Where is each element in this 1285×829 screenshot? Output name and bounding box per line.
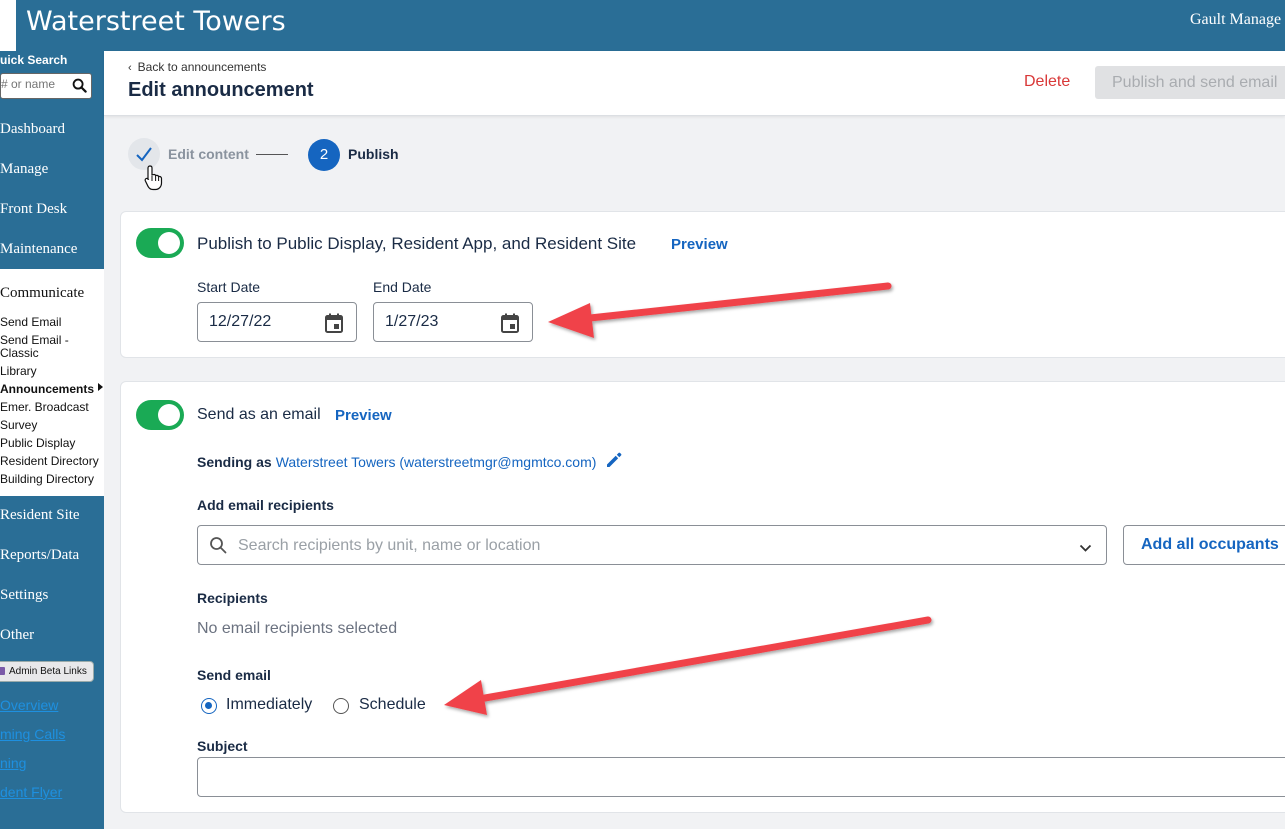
sending-as: Sending as Waterstreet Towers (waterstree…: [197, 454, 596, 470]
radio-schedule[interactable]: [333, 698, 349, 714]
top-header: Waterstreet Towers Gault Manage: [0, 0, 1285, 51]
step-publish-circle: 2: [308, 139, 340, 171]
end-date-field[interactable]: [373, 302, 533, 342]
sidebar-subitem-emer-broadcast[interactable]: Emer. Broadcast: [0, 401, 89, 414]
end-date-label: End Date: [373, 279, 432, 295]
subject-label: Subject: [197, 738, 248, 754]
active-item-arrow-icon: [98, 383, 103, 391]
add-all-occupants-button[interactable]: Add all occupants: [1123, 525, 1285, 565]
beta-link-overview[interactable]: Overview: [0, 697, 58, 713]
publish-card: Publish to Public Display, Resident App,…: [120, 211, 1285, 358]
publish-toggle[interactable]: [136, 228, 184, 258]
quick-search-input[interactable]: [1, 77, 71, 91]
calendar-icon[interactable]: [325, 313, 343, 338]
beta-link-ning[interactable]: ning: [0, 755, 26, 771]
app-title: Waterstreet Towers: [26, 6, 286, 37]
recipients-label: Recipients: [197, 590, 268, 606]
recipient-search-input[interactable]: [238, 537, 1038, 555]
recipients-empty-text: No email recipients selected: [197, 620, 398, 637]
calendar-icon[interactable]: [501, 313, 519, 338]
admin-beta-links-label: Admin Beta Links: [9, 666, 87, 677]
subject-input[interactable]: [197, 757, 1285, 797]
publish-preview-link[interactable]: Preview: [671, 236, 728, 253]
radio-schedule-label[interactable]: Schedule: [359, 696, 426, 714]
step-publish-label: Publish: [348, 146, 399, 162]
user-name[interactable]: Gault Manage: [1190, 11, 1281, 29]
check-icon: [136, 147, 152, 162]
sidebar-item-other[interactable]: Other: [0, 627, 34, 644]
sending-as-value[interactable]: Waterstreet Towers (waterstreetmgr@mgmtc…: [276, 454, 597, 470]
end-date-input[interactable]: [385, 313, 485, 331]
sidebar-item-front-desk[interactable]: Front Desk: [0, 201, 67, 218]
sidebar-subitem-send-email[interactable]: Send Email: [0, 316, 61, 329]
chevron-left-icon: ‹: [128, 62, 132, 74]
sidebar-subitem-building-directory[interactable]: Building Directory: [0, 473, 94, 486]
logo: [0, 0, 16, 51]
beta-link-resident-flyer[interactable]: dent Flyer: [0, 784, 62, 800]
step-edit-content-label[interactable]: Edit content: [168, 146, 249, 162]
start-date-input[interactable]: [209, 313, 309, 331]
email-card: Send as an email Preview Sending as Water…: [120, 381, 1285, 813]
sidebar-item-resident-site[interactable]: Resident Site: [0, 507, 80, 524]
sidebar-item-maintenance[interactable]: Maintenance: [0, 241, 77, 258]
delete-button[interactable]: Delete: [1024, 73, 1070, 91]
pointer-cursor-icon: [144, 165, 164, 196]
sidebar-item-dashboard[interactable]: Dashboard: [0, 121, 65, 138]
stepper-connector: [256, 154, 288, 155]
start-date-label: Start Date: [197, 279, 261, 295]
quick-search-box[interactable]: [0, 73, 92, 99]
back-link-label: Back to announcements: [137, 60, 267, 74]
sidebar-item-manage[interactable]: Manage: [0, 161, 48, 178]
beta-icon: [0, 667, 5, 675]
sidebar-subitem-public-display[interactable]: Public Display: [0, 437, 75, 450]
sidebar: uick Search Dashboard Manage Front Desk …: [0, 51, 104, 829]
start-date-field[interactable]: [197, 302, 357, 342]
search-icon[interactable]: [72, 78, 87, 98]
admin-beta-links-button[interactable]: Admin Beta Links: [0, 661, 94, 682]
sidebar-subitem-library[interactable]: Library: [0, 365, 37, 378]
sidebar-subitem-resident-directory[interactable]: Resident Directory: [0, 455, 99, 468]
sidebar-subitem-survey[interactable]: Survey: [0, 419, 37, 432]
sidebar-item-settings[interactable]: Settings: [0, 587, 48, 604]
sidebar-item-reports-data[interactable]: Reports/Data: [0, 547, 79, 564]
sidebar-item-communicate[interactable]: Communicate: [0, 285, 84, 302]
chevron-down-icon[interactable]: [1079, 540, 1092, 558]
radio-immediately-label[interactable]: Immediately: [226, 696, 312, 714]
communicate-panel: Communicate Send Email Send Email - Clas…: [0, 269, 104, 496]
beta-link-incoming-calls[interactable]: ming Calls: [0, 726, 65, 742]
search-icon: [209, 536, 227, 559]
page-title: Edit announcement: [128, 79, 314, 101]
sidebar-subitem-send-email-classic-2[interactable]: Classic: [0, 347, 39, 360]
toggle-knob: [158, 232, 180, 254]
email-toggle[interactable]: [136, 400, 184, 430]
pencil-icon[interactable]: [604, 450, 624, 475]
radio-immediately[interactable]: [201, 698, 217, 714]
add-recipients-label: Add email recipients: [197, 497, 334, 513]
sending-as-label: Sending as: [197, 454, 272, 470]
back-link[interactable]: ‹ Back to announcements: [128, 60, 266, 74]
publish-toggle-label: Publish to Public Display, Resident App,…: [197, 234, 637, 253]
recipient-search-field[interactable]: [197, 525, 1107, 565]
email-toggle-label: Send as an email: [197, 406, 321, 423]
send-email-label: Send email: [197, 667, 271, 683]
sidebar-subitem-announcements[interactable]: Announcements: [0, 383, 94, 396]
quick-search-label: uick Search: [0, 53, 68, 67]
toggle-knob: [158, 404, 180, 426]
publish-and-send-email-button[interactable]: Publish and send email: [1095, 66, 1285, 99]
email-preview-link[interactable]: Preview: [335, 407, 392, 424]
page-header: ‹ Back to announcements Edit announcement…: [104, 51, 1285, 116]
